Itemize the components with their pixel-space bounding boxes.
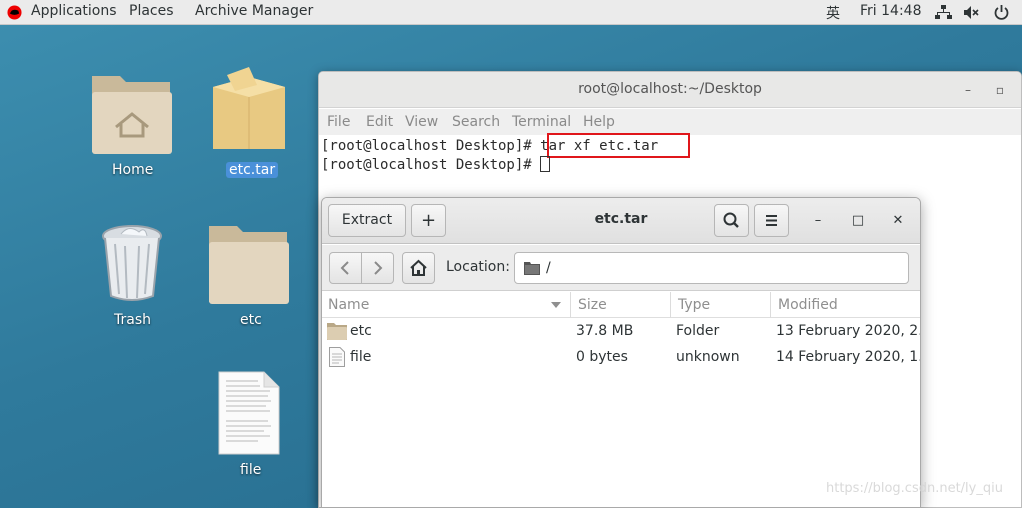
row-size: 0 bytes [576, 349, 628, 365]
trash-icon[interactable] [99, 222, 165, 304]
column-type[interactable]: Type [678, 297, 710, 313]
desktop-label-file: file [240, 462, 262, 478]
terminal-line-2: [root@localhost Desktop]# [321, 156, 551, 173]
search-icon [723, 212, 739, 228]
chevron-right-icon [374, 261, 383, 275]
column-size[interactable]: Size [578, 297, 607, 313]
etc-folder-icon[interactable] [207, 222, 291, 306]
hamburger-icon [766, 215, 777, 226]
column-header: Name Size Type Modified [322, 292, 920, 318]
maximize-icon[interactable]: □ [850, 213, 866, 229]
menu-button[interactable] [754, 204, 789, 237]
table-row[interactable]: etc 37.8 MB Folder 13 February 2020, 2..… [322, 319, 920, 345]
extract-button[interactable]: Extract [328, 204, 406, 237]
terminal-menubar: File Edit View Search Terminal Help [319, 109, 1021, 135]
applications-menu[interactable]: Applications [31, 3, 117, 19]
terminal-minimize-icon[interactable]: – [961, 83, 975, 97]
network-icon[interactable] [935, 4, 952, 21]
terminal-prompt: [root@localhost Desktop]# [321, 138, 541, 154]
terminal-menu-file[interactable]: File [327, 114, 350, 130]
terminal-title: root@localhost:~/Desktop [578, 81, 762, 97]
command-highlight-box [547, 133, 690, 158]
column-separator[interactable] [570, 292, 571, 318]
archive-headerbar[interactable]: Extract + etc.tar – □ ✕ [322, 198, 920, 244]
redhat-logo-icon[interactable] [7, 5, 22, 20]
row-modified: 14 February 2020, 1... [776, 349, 921, 365]
folder-icon [327, 323, 347, 340]
home-folder-icon[interactable] [90, 72, 174, 156]
input-method-indicator[interactable]: 英 [826, 3, 840, 23]
desktop-label-trash: Trash [114, 312, 151, 328]
terminal-prompt-2: [root@localhost Desktop]# [321, 157, 541, 173]
places-menu[interactable]: Places [129, 3, 174, 19]
volume-muted-icon[interactable] [963, 4, 980, 21]
column-name[interactable]: Name [328, 297, 369, 313]
desktop-label-etc: etc [240, 312, 262, 328]
terminal-menu-edit[interactable]: Edit [366, 114, 393, 130]
terminal-maximize-icon[interactable]: ▫ [993, 83, 1007, 97]
table-row[interactable]: file 0 bytes unknown 14 February 2020, 1… [322, 345, 920, 371]
add-files-button[interactable]: + [411, 204, 446, 237]
folder-icon [524, 262, 540, 275]
tar-archive-icon[interactable] [209, 65, 289, 155]
row-name: etc [350, 323, 372, 339]
row-type: Folder [676, 323, 720, 339]
home-icon [410, 259, 427, 276]
terminal-titlebar[interactable]: root@localhost:~/Desktop – ▫ [319, 72, 1021, 108]
back-button[interactable] [329, 252, 362, 284]
sort-down-icon[interactable] [551, 302, 561, 308]
chevron-left-icon [340, 261, 349, 275]
column-separator[interactable] [770, 292, 771, 318]
text-file-icon [329, 347, 345, 367]
row-name: file [350, 349, 372, 365]
location-value: / [546, 260, 551, 276]
text-file-icon[interactable] [218, 371, 280, 455]
location-field[interactable]: / [514, 252, 909, 284]
row-modified: 13 February 2020, 2... [776, 323, 921, 339]
power-icon[interactable] [993, 4, 1010, 21]
watermark: https://blog.csdn.net/ly_qiu [826, 481, 1003, 496]
desktop-label-home: Home [112, 162, 154, 178]
terminal-menu-search[interactable]: Search [452, 114, 500, 130]
terminal-menu-view[interactable]: View [405, 114, 438, 130]
row-size: 37.8 MB [576, 323, 634, 339]
app-menu[interactable]: Archive Manager [195, 3, 313, 19]
clock[interactable]: Fri 14:48 [860, 3, 921, 19]
home-button[interactable] [402, 252, 435, 284]
terminal-menu-terminal[interactable]: Terminal [512, 114, 571, 130]
forward-button[interactable] [361, 252, 394, 284]
top-bar: Applications Places Archive Manager 英 Fr… [0, 0, 1022, 25]
location-bar: Location: / [322, 245, 920, 291]
minimize-icon[interactable]: – [810, 213, 826, 229]
search-button[interactable] [714, 204, 749, 237]
archive-manager-window: Extract + etc.tar – □ ✕ Location: / Name… [321, 197, 921, 508]
terminal-menu-help[interactable]: Help [583, 114, 615, 130]
terminal-cursor [540, 156, 551, 172]
column-modified[interactable]: Modified [778, 297, 838, 313]
desktop-label-etc-tar: etc.tar [226, 162, 279, 178]
row-type: unknown [676, 349, 740, 365]
location-label: Location: [446, 259, 510, 275]
close-icon[interactable]: ✕ [890, 213, 906, 229]
column-separator[interactable] [670, 292, 671, 318]
